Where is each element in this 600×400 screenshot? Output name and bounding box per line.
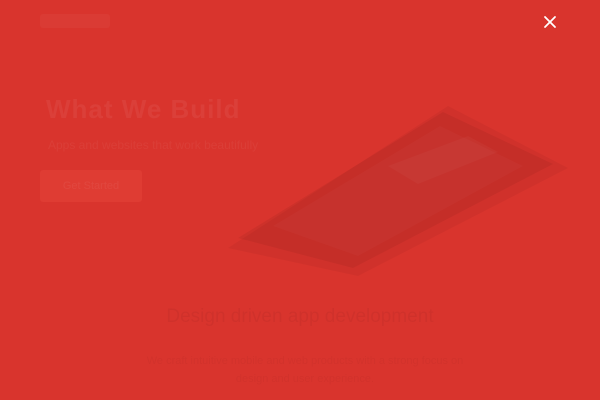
close-icon <box>544 16 556 28</box>
close-button[interactable] <box>539 11 561 33</box>
red-overlay <box>0 0 600 400</box>
